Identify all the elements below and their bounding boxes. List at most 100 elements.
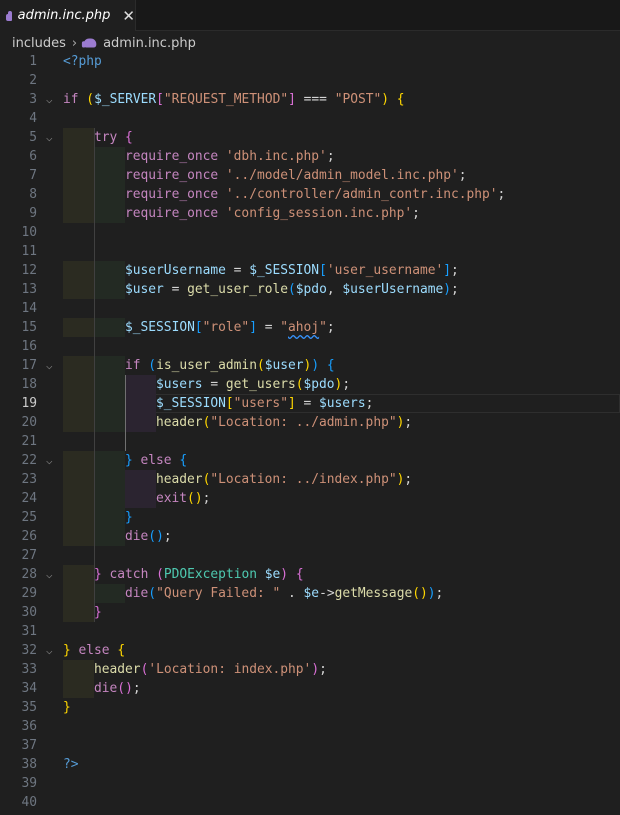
breadcrumb-folder[interactable]: includes — [12, 36, 66, 51]
indent-rainbow-block — [63, 489, 94, 508]
code-line[interactable]: 26 die(); — [0, 527, 620, 546]
code-line[interactable]: 22 ⌵} else { — [0, 451, 620, 470]
code-line[interactable]: 33 header('Location: index.php'); — [0, 660, 620, 679]
indent-rainbow-block — [63, 603, 94, 622]
code-token: ( — [412, 586, 420, 601]
line-number: 20 — [21, 415, 37, 430]
code-line[interactable]: 37 — [0, 736, 620, 755]
code-line[interactable]: 10 — [0, 223, 620, 242]
fold-chevron-icon[interactable]: ⌵ — [46, 356, 53, 375]
code-token: try — [94, 130, 126, 145]
code-line[interactable]: 38 ?> — [0, 755, 620, 774]
tab-admin-inc-php[interactable]: admin.inc.php ✕ — [0, 0, 136, 31]
code-line[interactable]: 16 — [0, 337, 620, 356]
code-token: -> — [319, 586, 335, 601]
code-editor[interactable]: 1 <?php 2 3 ⌵ if ($_SERVER["REQUEST_METHOD"] … — [0, 52, 620, 815]
fold-chevron-icon[interactable]: ⌵ — [46, 128, 53, 147]
fold-chevron-icon[interactable]: ⌵ — [46, 565, 53, 584]
code-token: $_SERVER — [94, 92, 157, 107]
fold-chevron-icon[interactable]: ⌵ — [46, 451, 53, 470]
code-line[interactable]: 11 — [0, 242, 620, 261]
code-text: require_once 'config_session.inc.php'; — [63, 204, 420, 223]
indent-rainbow-block — [125, 413, 156, 432]
code-line[interactable]: 12 $userUsername = $_SESSION['user_userna… — [0, 261, 620, 280]
code-line[interactable]: 2 — [0, 71, 620, 90]
indent-rainbow-block — [63, 261, 94, 280]
code-token: ( — [156, 567, 164, 582]
line-number: 7 — [29, 168, 37, 183]
code-line[interactable]: 32 ⌵} else { — [0, 641, 620, 660]
indent-rainbow-block — [125, 489, 156, 508]
fold-chevron-icon[interactable]: ⌵ — [46, 641, 53, 660]
code-line[interactable]: 28 ⌵} catch (PDOException $e) { — [0, 565, 620, 584]
code-text: $users = get_users($pdo); — [63, 375, 350, 394]
indent-rainbow-block — [94, 261, 125, 280]
code-line[interactable]: 4 — [0, 109, 620, 128]
code-text: } catch (PDOException $e) { — [63, 565, 304, 584]
code-line[interactable]: 31 — [0, 622, 620, 641]
code-token: "Location: ../index.php" — [210, 472, 397, 487]
code-line[interactable]: 13 $user = get_user_role($pdo, $userUsern… — [0, 280, 620, 299]
code-line[interactable]: 36 — [0, 717, 620, 736]
code-line[interactable]: 25} — [0, 508, 620, 527]
code-text: ?> — [63, 755, 79, 774]
code-line[interactable]: 30} — [0, 603, 620, 622]
code-token: "users" — [233, 396, 288, 411]
code-token: header — [156, 415, 203, 430]
code-line[interactable]: 39 — [0, 774, 620, 793]
code-line[interactable]: 1 <?php — [0, 52, 620, 71]
code-line[interactable]: 18 $users = get_users($pdo); — [0, 375, 620, 394]
code-line[interactable]: 35} — [0, 698, 620, 717]
breadcrumb-file[interactable]: admin.inc.php — [103, 36, 196, 51]
close-icon[interactable]: ✕ — [122, 7, 135, 25]
code-token: ; — [451, 263, 459, 278]
code-token: [ — [319, 263, 327, 278]
code-line[interactable]: 8 require_once '../controller/admin_contr… — [0, 185, 620, 204]
code-line[interactable]: 5 ⌵ try { — [0, 128, 620, 147]
code-line[interactable]: 40 — [0, 793, 620, 812]
code-text: require_once 'dbh.inc.php'; — [63, 147, 335, 166]
code-token: is_user_admin — [156, 358, 257, 373]
code-line[interactable]: 34 die(); — [0, 679, 620, 698]
code-token: get_user_role — [187, 282, 289, 297]
code-token: $users — [156, 377, 203, 392]
code-line[interactable]: 27 — [0, 546, 620, 565]
code-text: if ($_SERVER["REQUEST_METHOD"] === "POST… — [63, 90, 405, 109]
code-token: $userUsername — [342, 282, 444, 297]
code-line[interactable]: 15 $_SESSION["role"] = "ahoj"; — [0, 318, 620, 337]
code-line[interactable]: 19 $_SESSION["users"] = $users; — [0, 394, 620, 413]
code-text: header('Location: index.php'); — [63, 660, 327, 679]
code-text: $userUsername = $_SESSION['user_username… — [63, 261, 459, 280]
code-token: <?php — [63, 54, 102, 69]
code-line[interactable]: 29 die("Query Failed: " . $e->getMessage(… — [0, 584, 620, 603]
code-line[interactable]: 6 require_once 'dbh.inc.php'; — [0, 147, 620, 166]
code-token: { — [326, 358, 335, 373]
code-line[interactable]: 21 — [0, 432, 620, 451]
line-number: 9 — [29, 206, 37, 221]
line-number: 34 — [21, 681, 37, 696]
code-token: "Query Failed: " — [156, 586, 281, 601]
code-token: [ — [156, 92, 164, 107]
code-line[interactable]: 23 header("Location: ../index.php"); — [0, 470, 620, 489]
code-line[interactable]: 9 require_once 'config_session.inc.php'; — [0, 204, 620, 223]
code-line[interactable]: 14 — [0, 299, 620, 318]
code-line[interactable]: 17 ⌵ if (is_user_admin($user)) { — [0, 356, 620, 375]
line-number: 31 — [21, 624, 37, 639]
code-token: = — [225, 263, 250, 278]
line-number: 36 — [21, 719, 37, 734]
code-line[interactable]: 24 exit(); — [0, 489, 620, 508]
code-line[interactable]: 7 require_once '../model/admin_model.inc.… — [0, 166, 620, 185]
code-line[interactable]: 20 header("Location: ../admin.php"); — [0, 413, 620, 432]
indent-rainbow-block — [63, 660, 94, 679]
fold-chevron-icon[interactable]: ⌵ — [46, 90, 53, 109]
indent-rainbow-block — [94, 413, 125, 432]
code-line[interactable]: 3 ⌵ if ($_SERVER["REQUEST_METHOD"] === "PO… — [0, 90, 620, 109]
indent-rainbow-block — [94, 508, 125, 527]
code-token: "POST" — [334, 92, 382, 107]
code-text: $_SESSION["users"] = $users; — [63, 394, 373, 413]
code-token: $_SESSION — [156, 396, 226, 411]
code-token: require_once — [125, 149, 226, 164]
indent-rainbow-block — [63, 451, 94, 470]
indent-rainbow-block — [94, 356, 125, 375]
code-token: ( — [148, 358, 157, 373]
